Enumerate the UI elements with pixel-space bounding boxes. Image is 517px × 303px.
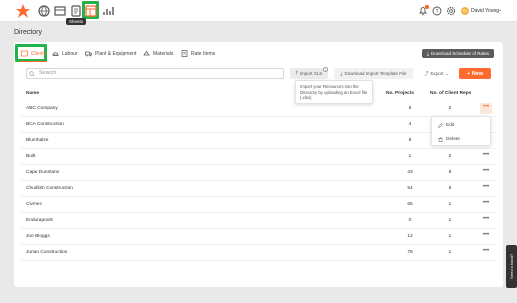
table-row[interactable]: Chudlish Construction 54 5 ••• — [20, 181, 497, 197]
table-row[interactable]: BCA Construction 4 — [20, 117, 497, 133]
edit-menu-item[interactable]: Edit — [438, 123, 454, 128]
download-icon: ⤓ — [340, 71, 343, 76]
project-count: 4 — [408, 122, 412, 127]
column-header-client-reps[interactable]: No. of Client Reps — [430, 91, 471, 96]
project-count: 12 — [407, 234, 413, 239]
notification-dot — [425, 5, 429, 9]
export-icon: ⤴ — [423, 70, 429, 76]
client-reps-count: 1 — [448, 234, 452, 239]
search-input[interactable]: Search — [26, 68, 284, 79]
materials-icon — [143, 50, 150, 56]
svg-text:?: ? — [436, 9, 439, 15]
project-count: 54 — [407, 186, 413, 191]
search-icon — [29, 71, 35, 77]
client-name[interactable]: Cape Dunstans — [26, 170, 59, 175]
new-button[interactable]: + New — [459, 68, 491, 79]
client-name[interactable]: Endurapools — [26, 218, 53, 223]
client-reps-count: 8 — [448, 170, 452, 175]
tab-label: Labour — [62, 50, 78, 57]
table-row[interactable]: Joe Bloggs 12 1 ••• — [20, 229, 497, 245]
trash-icon — [438, 137, 443, 142]
tab-materials[interactable]: Materials — [143, 50, 173, 57]
project-count: 0 — [408, 218, 412, 223]
clients-icon — [21, 50, 28, 57]
client-name[interactable]: Chudlish Construction — [26, 186, 73, 191]
table-row[interactable]: Built 1 2 ••• — [20, 149, 497, 165]
client-reps-count: 1 — [448, 202, 452, 207]
rate-items-icon — [181, 50, 188, 57]
upload-icon: ⤒ — [295, 71, 298, 76]
client-reps-count: 1 — [448, 250, 452, 255]
more-options-icon[interactable]: ••• — [480, 167, 492, 178]
client-reps-count: 5 — [448, 186, 452, 191]
folder-icon[interactable] — [54, 5, 66, 17]
need-a-hand-button[interactable]: Need a hand? — [506, 245, 517, 288]
labour-icon — [52, 52, 59, 56]
chevron-down-icon: ⌄ — [445, 70, 450, 76]
tab-label: Rate Items — [191, 50, 216, 57]
client-name[interactable]: Blumhalze — [26, 138, 48, 143]
table-row[interactable]: Endurapools 0 1 ••• — [20, 213, 497, 229]
client-name[interactable]: Jurian Construction — [26, 250, 67, 255]
project-count: 65 — [407, 202, 413, 207]
tab-label: Plant & Equipment — [95, 50, 137, 57]
client-name[interactable]: ABC Company — [26, 106, 58, 111]
tab-labour[interactable]: Labour — [52, 50, 78, 57]
download-template-button[interactable]: ⤓ Download Import Template File — [334, 68, 413, 79]
user-name[interactable]: David Young — [471, 8, 499, 14]
table-row[interactable]: Jurian Construction 78 1 ••• — [20, 245, 497, 261]
active-tab-underline — [20, 61, 47, 62]
more-options-icon[interactable]: ••• — [480, 183, 492, 194]
tab-rate-items[interactable]: Rate Items — [181, 50, 215, 57]
chart-icon[interactable] — [102, 5, 114, 17]
project-count: 5 — [408, 106, 412, 111]
project-count: 78 — [407, 250, 413, 255]
chevron-down-icon[interactable]: ⌄ — [498, 7, 502, 13]
project-count: 1 — [408, 154, 412, 159]
table-row[interactable]: ABC Company 5 2 ••• — [20, 101, 497, 117]
client-reps-count: 1 — [448, 218, 452, 223]
table-row[interactable]: Cape Dunstans 43 8 ••• — [20, 165, 497, 181]
delete-menu-item[interactable]: Delete — [438, 137, 460, 142]
import-help-popover: Import your Resources into the Directory… — [295, 80, 373, 104]
document-icon[interactable] — [70, 5, 82, 17]
more-options-icon[interactable]: ••• — [480, 151, 492, 162]
client-reps-count: 2 — [448, 154, 452, 159]
tab-clients[interactable]: Clients — [21, 50, 46, 57]
column-header-projects[interactable]: No. Projects — [386, 91, 414, 96]
tab-label: Materials — [153, 50, 174, 57]
company-logo[interactable] — [15, 3, 31, 19]
project-count: 43 — [407, 170, 413, 175]
client-name[interactable]: Civmec — [26, 202, 42, 207]
info-icon[interactable]: i — [323, 67, 328, 72]
more-options-icon[interactable]: ••• — [480, 231, 492, 242]
project-count: 8 — [408, 138, 412, 143]
truck-icon — [85, 51, 92, 57]
client-name[interactable]: Built — [26, 154, 35, 159]
pencil-icon — [438, 123, 443, 128]
help-icon[interactable]: ? — [432, 6, 442, 16]
nav-tooltip: Sheets — [66, 18, 87, 25]
sheets-icon[interactable] — [85, 5, 97, 17]
page-title: Directory — [14, 29, 43, 36]
table-row[interactable]: Civmec 65 1 ••• — [20, 197, 497, 213]
avatar[interactable]: DY — [461, 7, 469, 15]
column-header-name[interactable]: Name — [26, 91, 39, 96]
globe-icon[interactable] — [38, 5, 50, 17]
more-options-icon[interactable]: ••• — [480, 247, 492, 258]
download-icon: ⤓ — [426, 51, 429, 56]
tab-plant-equipment[interactable]: Plant & Equipment — [85, 50, 136, 57]
client-name[interactable]: Joe Bloggs — [26, 234, 50, 239]
more-options-icon[interactable]: ••• — [480, 103, 492, 114]
more-options-icon[interactable]: ••• — [480, 199, 492, 210]
client-reps-count: 2 — [448, 106, 452, 111]
export-button[interactable]: ⤴ Export ⌄ — [419, 68, 454, 79]
table-row[interactable]: Blumhalze 8 — [20, 133, 497, 149]
row-actions-menu: Edit Delete — [431, 116, 491, 146]
tab-label: Clients — [31, 50, 47, 57]
download-schedule-button[interactable]: ⤓ Download Schedule of Rates — [422, 49, 494, 58]
client-name[interactable]: BCA Construction — [26, 122, 64, 127]
gear-icon[interactable] — [446, 6, 456, 16]
more-options-icon[interactable]: ••• — [480, 215, 492, 226]
